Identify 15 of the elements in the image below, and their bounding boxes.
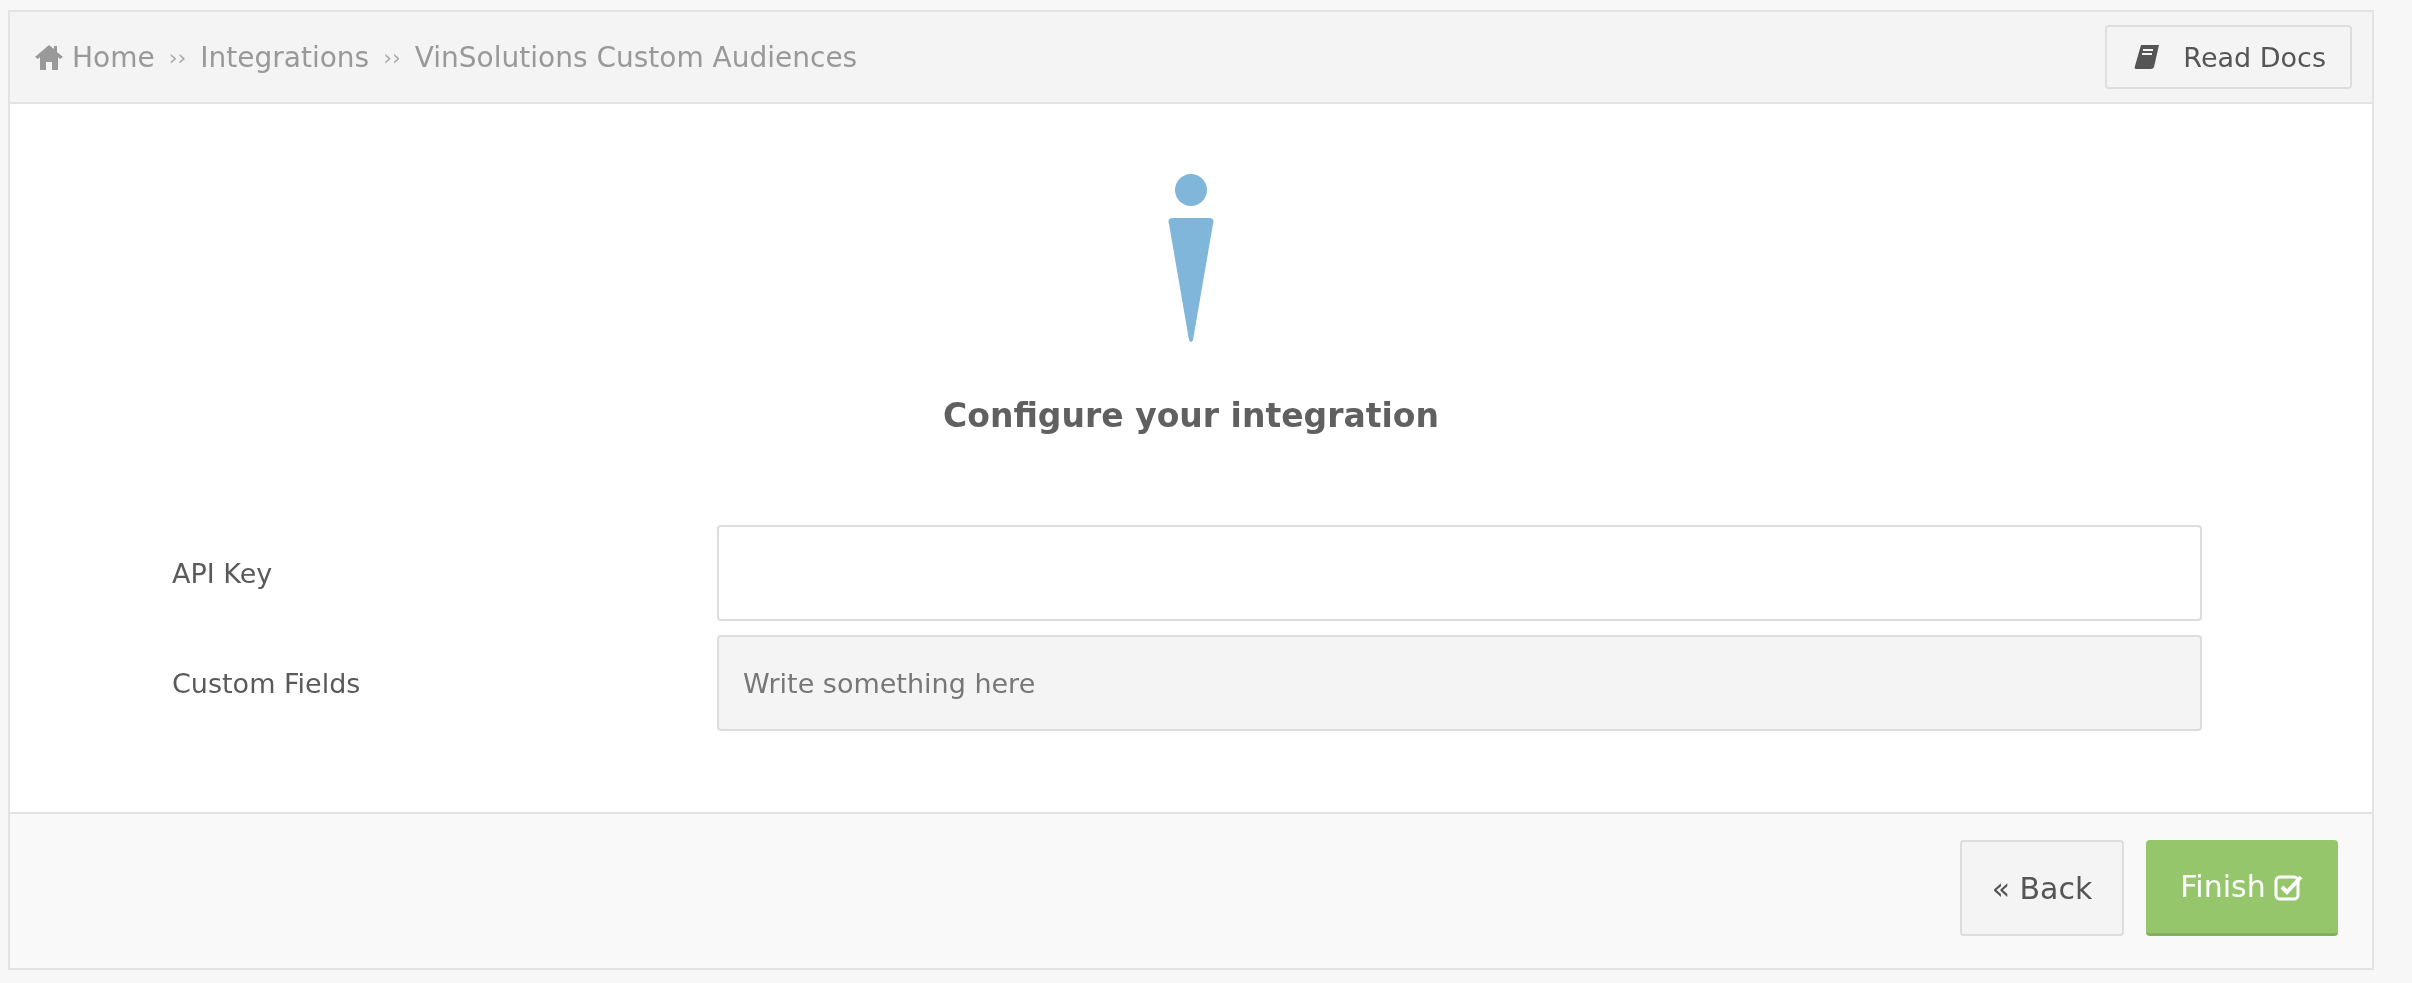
home-icon — [34, 43, 64, 71]
text-area[interactable]: Write something here — [717, 635, 2202, 731]
page-heading: Configure your integration — [943, 396, 1439, 435]
back-button[interactable]: « Back — [1960, 840, 2124, 936]
read-docs-button[interactable]: Read Docs — [2105, 25, 2352, 89]
field-label: Custom Fields — [172, 667, 362, 699]
breadcrumb-link[interactable]: Integrations — [200, 40, 370, 74]
input-field[interactable] — [717, 525, 2202, 621]
home-link[interactable]: Home — [34, 40, 155, 74]
breadcrumb-current: VinSolutions Custom Audiences — [414, 40, 858, 74]
finish-button[interactable]: Finish — [2146, 840, 2338, 936]
field-label: API Key — [172, 557, 274, 589]
book-icon — [2133, 43, 2162, 71]
breadcrumb-separator: ›› — [383, 44, 401, 70]
breadcrumb-separator: ›› — [168, 44, 187, 70]
